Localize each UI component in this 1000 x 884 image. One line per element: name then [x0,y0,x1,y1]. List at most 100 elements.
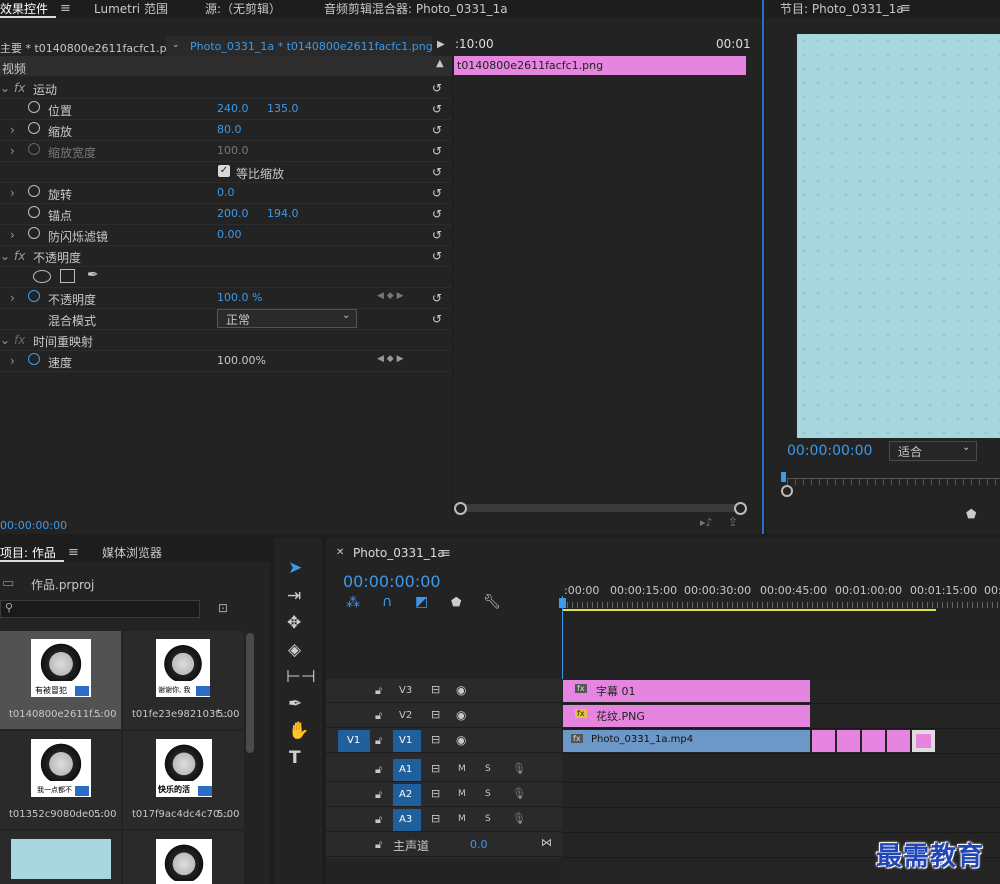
effect-timecode[interactable]: 00:00:00:00 [0,519,67,532]
menu-icon[interactable]: ≡ [900,2,911,15]
blend-mode-dropdown[interactable]: 正常 ⌄ [217,309,357,328]
track-header-a2[interactable]: 🔓︎ A2 ⊟ M S 🎙︎ [326,784,562,807]
fit-dropdown[interactable]: 适合 ⌄ [889,441,977,461]
anchor-y-value[interactable]: 194.0 [267,207,299,220]
mic-icon[interactable]: 🎙︎ [512,762,526,775]
list-item[interactable] [123,831,244,884]
reset-icon[interactable]: ↺ [432,123,442,137]
clip-v1-image-2[interactable] [837,730,860,752]
lock-icon[interactable]: 🔓︎ [375,788,382,802]
ripple-edit-tool-icon[interactable]: ✥ [287,613,301,633]
row-anchor[interactable]: 锚点 200.0 194.0 ↺ [0,203,452,225]
reset-icon[interactable]: ↺ [432,312,442,326]
list-item[interactable]: 谢谢你, 我 t01fe23e982103f... 5:00 [123,631,244,729]
row-speed[interactable]: › 速度 100.00% ◀ ◆ ▶ [0,350,452,372]
slip-tool-icon[interactable]: ⊢⊣ [286,667,316,687]
master-volume-value[interactable]: 0.0 [470,838,488,851]
stopwatch-icon[interactable] [28,353,40,365]
program-video-frame[interactable] [797,34,1000,438]
menu-icon[interactable]: ≡ [440,547,451,560]
hand-tool-icon[interactable]: ✋ [288,721,309,741]
eye-icon[interactable]: ◉ [456,733,466,747]
tab-media-browser[interactable]: 媒体浏览器 [102,544,162,561]
selection-tool-icon[interactable]: ➤ [288,558,302,578]
track-header-v1[interactable]: V1 🔓︎ V1 ⊟ ◉ [326,730,562,753]
program-scrub-bar[interactable] [787,478,1000,485]
mute-button[interactable]: M [458,789,466,799]
reset-icon[interactable]: ↺ [432,165,442,179]
play-arrow-icon[interactable]: ▶ [437,39,445,50]
position-x-value[interactable]: 240.0 [217,102,249,115]
row-uniform-scale[interactable]: ✓ 等比缩放 ↺ [0,161,452,183]
row-rotation[interactable]: › 旋转 0.0 ↺ [0,182,452,204]
lock-icon[interactable]: 🔓︎ [375,813,382,827]
clip-v1-video[interactable]: fx Photo_0331_1a.mp4 [563,730,810,752]
ellipse-mask-icon[interactable] [33,270,51,283]
go-to-end-icon[interactable]: ⋈ [541,836,552,849]
reset-icon[interactable]: ↺ [432,186,442,200]
lock-icon[interactable]: 🔓︎ [375,763,382,777]
nest-icon[interactable]: ⁂ [346,595,360,611]
anchor-x-value[interactable]: 200.0 [217,207,249,220]
sequence-tab[interactable]: Photo_0331_1a [353,546,445,560]
clip-v1-image-4[interactable] [887,730,910,752]
tab-audio-mixer[interactable]: 音频剪辑混合器: Photo_0331_1a [324,0,508,17]
row-position[interactable]: 位置 240.0 135.0 ↺ [0,98,452,120]
tab-source[interactable]: 源:（无剪辑） [205,0,281,17]
clip-v1-image-3[interactable] [862,730,885,752]
tab-lumetri[interactable]: Lumetri 范围 [94,0,168,17]
track-header-master[interactable]: 🔓︎ 主声道 0.0 ⋈ [326,834,562,857]
menu-icon[interactable]: ≡ [68,546,79,559]
playhead-marker[interactable] [559,598,566,608]
stopwatch-icon[interactable] [28,227,40,239]
scale-value[interactable]: 80.0 [217,123,242,136]
linked-selection-icon[interactable]: ◩ [415,594,428,610]
sync-icon[interactable]: ⊟ [431,762,440,775]
clip-v1-image-1[interactable] [812,730,835,752]
clip-v3-title[interactable]: fx 字幕 01 [563,680,810,702]
program-scroll-handle[interactable] [781,485,793,497]
zoom-scrollbar[interactable] [456,504,744,512]
rotation-value[interactable]: 0.0 [217,186,235,199]
razor-tool-icon[interactable]: ◈ [288,640,301,660]
row-opacity-group[interactable]: ⌄ fx 不透明度 ↺ [0,245,452,267]
mini-clip-bar[interactable]: t0140800e2611facfc1.png [454,56,746,75]
add-marker-icon[interactable]: ⬟ [451,595,461,609]
stopwatch-icon[interactable] [28,101,40,113]
speed-value[interactable]: 100.00% [217,354,266,367]
chevron-down-icon[interactable]: ⌄ [172,40,180,50]
sync-icon[interactable]: ⊟ [431,733,440,746]
opacity-value[interactable]: 100.0 % [217,291,262,304]
stopwatch-icon[interactable] [28,206,40,218]
snap-magnet-icon[interactable]: ∩ [382,594,392,610]
source-patch-v1[interactable]: V1 [338,730,370,752]
reset-icon[interactable]: ↺ [432,144,442,158]
row-antiflicker[interactable]: › 防闪烁滤镜 0.00 ↺ [0,224,452,246]
eye-icon[interactable]: ◉ [456,708,466,722]
reset-icon[interactable]: ↺ [432,102,442,116]
mute-button[interactable]: M [458,814,466,824]
sync-icon[interactable]: ⊟ [431,708,440,721]
new-bin-icon[interactable]: ⊡ [218,601,228,615]
position-y-value[interactable]: 135.0 [267,102,299,115]
pen-tool-icon[interactable]: ✒ [288,694,302,714]
list-item[interactable]: 快乐的活 t017f9ac4dc4c70... 5:00 [123,731,244,829]
program-monitor-title[interactable]: 节目: Photo_0331_1a [780,0,904,17]
track-header-a1[interactable]: 🔓︎ A1 ⊟ M S 🎙︎ [326,759,562,782]
master-clip-label[interactable]: 主要 * t0140800e2611facfc1.png [0,40,181,56]
antiflicker-value[interactable]: 0.00 [217,228,242,241]
row-scale[interactable]: › 缩放 80.0 ↺ [0,119,452,141]
reset-icon[interactable]: ↺ [432,228,442,242]
row-motion[interactable]: ⌄ fx 运动 ↺ [0,77,452,99]
list-item[interactable] [0,831,121,884]
clip-v1-image-5[interactable] [912,730,935,752]
reset-icon[interactable]: ↺ [432,81,442,95]
stopwatch-icon[interactable] [28,290,40,302]
scroll-handle-right[interactable] [734,502,747,515]
lock-icon[interactable]: 🔓︎ [375,709,382,723]
uniform-scale-checkbox[interactable]: ✓ [218,165,230,177]
row-opacity[interactable]: › 不透明度 100.0 % ◀ ◆ ▶ ↺ [0,287,452,309]
audio-icon[interactable]: ▸♪ [700,516,713,529]
tab-project[interactable]: 项目: 作品 [0,544,56,561]
sync-icon[interactable]: ⊟ [431,683,440,696]
